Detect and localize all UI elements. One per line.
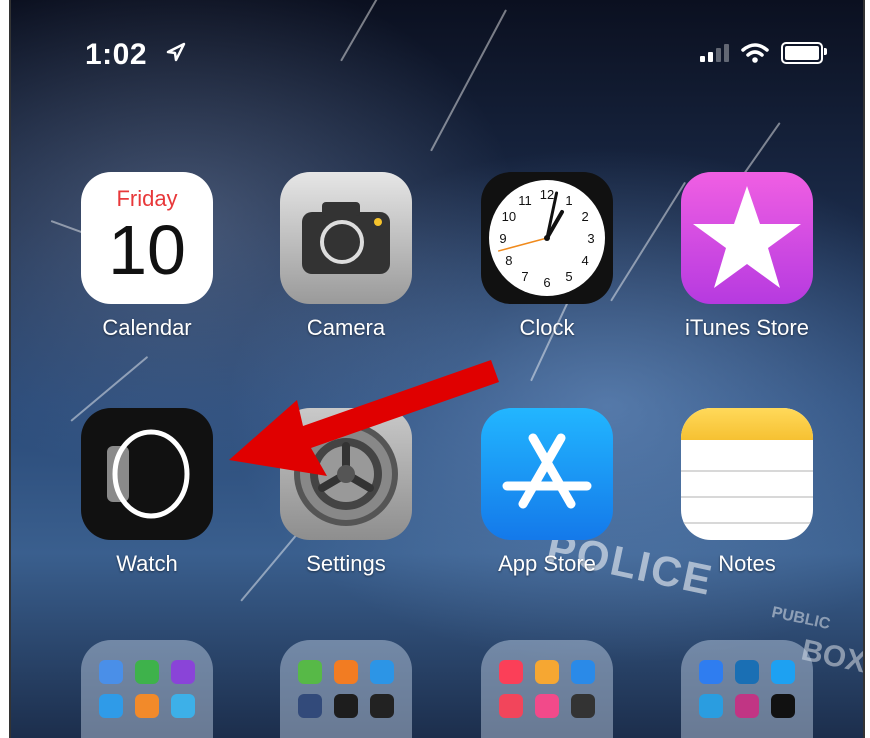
home-screen: POLICE PUBLIC BOX 1:02 Friday 10 Calenda… [9, 0, 865, 738]
annotation-arrow [229, 360, 499, 476]
